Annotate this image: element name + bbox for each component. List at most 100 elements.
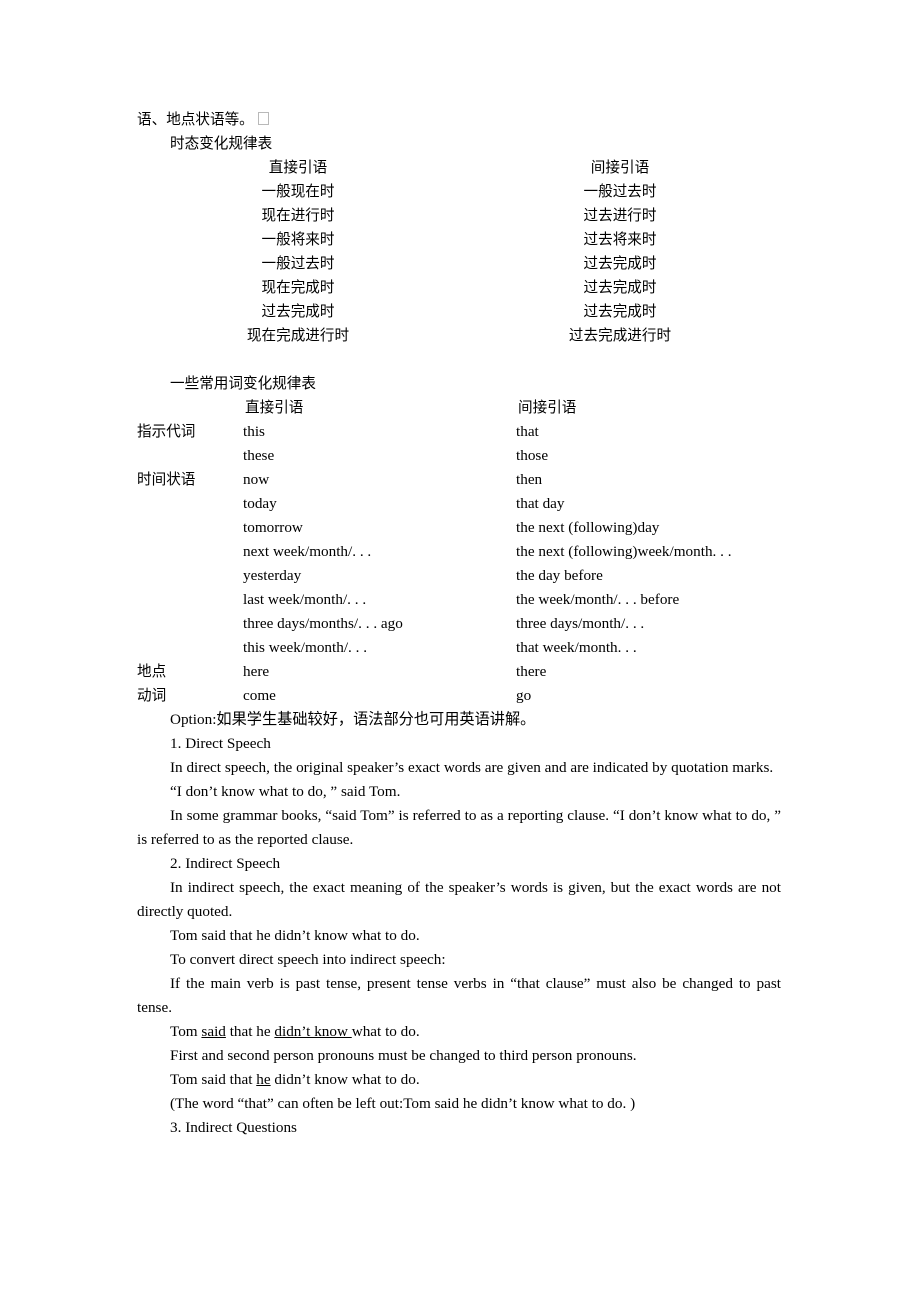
- section-1-paragraph-1: In direct speech, the original speaker’s…: [170, 759, 774, 776]
- word-category-label: 地点: [137, 663, 167, 680]
- tense-indirect: 过去完成时: [583, 279, 657, 296]
- tense-table-header-row: 直接引语 间接引语: [137, 156, 781, 180]
- word-direct: these: [243, 447, 275, 464]
- tense-table-heading: 时态变化规律表: [170, 135, 273, 152]
- table-row: three days/months/. . . ago three days/m…: [137, 612, 781, 636]
- table-row: 现在进行时 过去进行时: [137, 204, 781, 228]
- word-indirect: the week/month/. . . before: [516, 591, 680, 608]
- section-2-paragraph-1: In indirect speech, the exact meaning of…: [137, 879, 781, 920]
- word-direct: tomorrow: [243, 519, 303, 536]
- word-category-label: [137, 444, 243, 468]
- section-2-paragraph-5: (The word “that” can often be left out:T…: [170, 1095, 636, 1112]
- word-direct: this: [243, 423, 265, 440]
- word-category-label: 指示代词: [137, 423, 196, 440]
- section-2-example-underlined-verbs: Tom said that he didn’t know what to do.: [137, 1020, 781, 1044]
- example1-underline-said: said: [201, 1023, 226, 1040]
- example2-after: didn’t know what to do.: [270, 1071, 420, 1088]
- tense-table: 直接引语 间接引语 一般现在时 一般过去时 现在进行时 过去进行时 一般将来时 …: [137, 156, 781, 348]
- word-direct: here: [243, 663, 270, 680]
- missing-glyph-box: [257, 112, 269, 125]
- tense-direct: 一般将来时: [261, 231, 335, 248]
- section-2-paragraph-4: First and second person pronouns must be…: [170, 1047, 637, 1064]
- section-1-quote: “I don’t know what to do, ” said Tom.: [170, 783, 401, 800]
- word-indirect: that: [516, 423, 539, 440]
- table-row: tomorrow the next (following)day: [137, 516, 781, 540]
- table-row: today that day: [137, 492, 781, 516]
- word-direct: come: [243, 687, 276, 704]
- document-page: 语、地点状语等。 时态变化规律表 直接引语 间接引语 一般现在时 一般过去时 现…: [0, 0, 920, 1302]
- tense-table-header-direct: 直接引语: [268, 159, 328, 176]
- word-table-header-row: 直接引语 间接引语: [137, 396, 781, 420]
- word-indirect: those: [516, 447, 549, 464]
- word-indirect: the day before: [516, 567, 603, 584]
- tense-direct: 现在进行时: [261, 207, 335, 224]
- tense-direct: 一般过去时: [261, 255, 335, 272]
- section-2-paragraph-2: To convert direct speech into indirect s…: [170, 951, 446, 968]
- word-indirect: that week/month. . .: [516, 639, 637, 656]
- word-direct: last week/month/. . .: [243, 591, 367, 608]
- table-row: 一般现在时 一般过去时: [137, 180, 781, 204]
- word-category-label: [137, 612, 243, 636]
- tense-direct: 一般现在时: [261, 183, 335, 200]
- word-direct: yesterday: [243, 567, 302, 584]
- word-category-label: [137, 516, 243, 540]
- table-row: 现在完成时 过去完成时: [137, 276, 781, 300]
- example2-before: Tom said that: [170, 1071, 257, 1088]
- word-table-header-direct: 直接引语: [245, 399, 304, 416]
- example1-middle: that he: [225, 1023, 275, 1040]
- word-direct: this week/month/. . .: [243, 639, 368, 656]
- tense-indirect: 过去进行时: [583, 207, 657, 224]
- word-indirect: the next (following)week/month. . .: [516, 543, 732, 560]
- word-category-label: 动词: [137, 687, 167, 704]
- table-row: 过去完成时 过去完成时: [137, 300, 781, 324]
- word-direct: next week/month/. . .: [243, 543, 372, 560]
- section-2-heading: 2. Indirect Speech: [170, 855, 281, 872]
- word-indirect: three days/month/. . .: [516, 615, 645, 632]
- table-row: 现在完成进行时 过去完成进行时: [137, 324, 781, 348]
- tense-indirect: 过去完成进行时: [568, 327, 672, 344]
- word-table-heading: 一些常用词变化规律表: [170, 375, 316, 392]
- word-category-label: 时间状语: [137, 471, 196, 488]
- tense-direct: 现在完成进行时: [246, 327, 350, 344]
- continuation-line: 语、地点状语等。: [137, 108, 781, 132]
- word-indirect: then: [516, 471, 543, 488]
- tense-indirect: 过去完成时: [583, 303, 657, 320]
- tense-direct: 过去完成时: [261, 303, 335, 320]
- word-table: 直接引语 间接引语 指示代词 this that these those 时间状…: [137, 396, 781, 708]
- example1-before: Tom: [170, 1023, 202, 1040]
- word-table-header-label: [137, 396, 243, 420]
- table-row: 动词 come go: [137, 684, 781, 708]
- section-2-paragraph-3: If the main verb is past tense, present …: [137, 975, 781, 1016]
- word-category-label: [137, 540, 243, 564]
- table-row: these those: [137, 444, 781, 468]
- tense-direct: 现在完成时: [261, 279, 335, 296]
- tense-indirect: 过去完成时: [583, 255, 657, 272]
- document-body: 语、地点状语等。 时态变化规律表 直接引语 间接引语 一般现在时 一般过去时 现…: [137, 108, 781, 1140]
- word-category-label: [137, 588, 243, 612]
- table-row: 时间状语 now then: [137, 468, 781, 492]
- section-2-example-underlined-pronoun: Tom said that he didn’t know what to do.: [137, 1068, 781, 1092]
- word-indirect: go: [516, 687, 532, 704]
- table-row: 一般将来时 过去将来时: [137, 228, 781, 252]
- section-2-example-plain: Tom said that he didn’t know what to do.: [170, 927, 420, 944]
- table-row: last week/month/. . . the week/month/. .…: [137, 588, 781, 612]
- section-1-heading: 1. Direct Speech: [170, 735, 271, 752]
- example2-underline-he: he: [256, 1071, 271, 1088]
- tense-table-header-indirect: 间接引语: [590, 159, 650, 176]
- word-indirect: that day: [516, 495, 565, 512]
- table-row: this week/month/. . . that week/month. .…: [137, 636, 781, 660]
- word-category-label: [137, 492, 243, 516]
- table-row: 指示代词 this that: [137, 420, 781, 444]
- table-row: 地点 here there: [137, 660, 781, 684]
- word-direct: three days/months/. . . ago: [243, 615, 403, 632]
- continuation-line-text: 语、地点状语等。: [137, 111, 254, 128]
- example1-after: what to do.: [351, 1023, 420, 1040]
- tense-indirect: 一般过去时: [583, 183, 657, 200]
- table-row: 一般过去时 过去完成时: [137, 252, 781, 276]
- section-1-paragraph-2: In some grammar books, “said Tom” is ref…: [137, 807, 781, 848]
- table-row: next week/month/. . . the next (followin…: [137, 540, 781, 564]
- word-category-label: [137, 636, 243, 660]
- example1-underline-didnt-know: didn’t know: [274, 1023, 352, 1040]
- word-direct: now: [243, 471, 270, 488]
